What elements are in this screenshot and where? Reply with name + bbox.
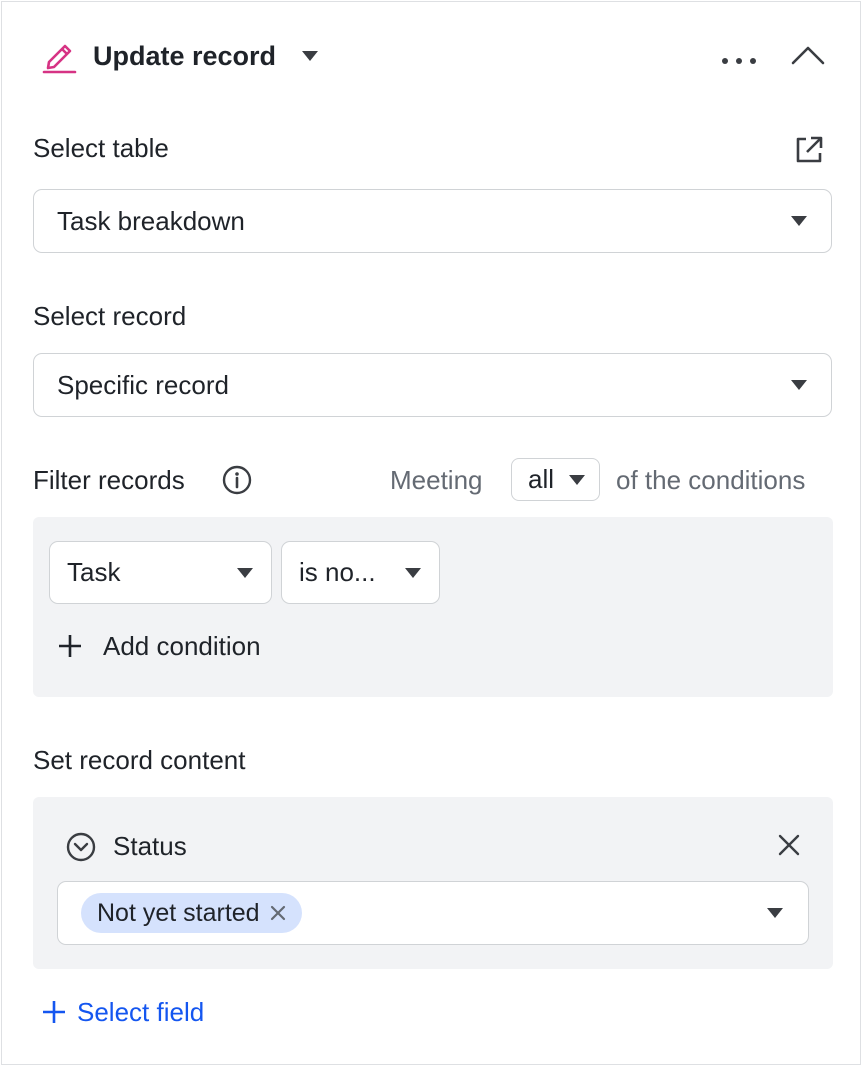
update-record-panel: Update record Select table Task breakdow…: [1, 1, 861, 1065]
select-field-button[interactable]: Select field: [41, 995, 204, 1029]
single-select-field-icon: [66, 832, 96, 862]
condition-operator-select[interactable]: is no...: [281, 541, 440, 604]
select-table-label: Select table: [33, 133, 169, 163]
chevron-down-icon: [569, 475, 585, 485]
chevron-down-icon: [405, 568, 421, 578]
open-external-icon[interactable]: [793, 134, 825, 166]
chevron-down-icon: [237, 568, 253, 578]
filter-conditions-box: Task is no... Add condition: [33, 517, 833, 697]
meeting-prefix: Meeting: [390, 465, 483, 495]
conjunction-select[interactable]: all: [511, 458, 600, 501]
add-condition-label: Add condition: [103, 631, 261, 661]
field-name: Status: [113, 831, 187, 861]
plus-icon: [59, 635, 81, 657]
select-record-label: Select record: [33, 301, 187, 331]
record-select[interactable]: Specific record: [33, 353, 832, 417]
action-title[interactable]: Update record: [93, 38, 276, 74]
select-field-label: Select field: [77, 997, 205, 1027]
chevron-down-icon: [791, 216, 807, 226]
record-content-box: Status Not yet started: [33, 797, 833, 969]
condition-operator-value: is no...: [299, 557, 376, 587]
more-options-icon[interactable]: [720, 52, 760, 64]
filter-records-label: Filter records: [33, 465, 185, 495]
status-tag: Not yet started: [81, 893, 302, 933]
info-icon[interactable]: [221, 464, 253, 496]
pencil-icon: [42, 44, 77, 74]
chevron-down-icon: [791, 380, 807, 390]
status-value-select[interactable]: Not yet started: [57, 881, 809, 945]
meeting-suffix: of the conditions: [616, 465, 806, 495]
title-dropdown-icon[interactable]: [302, 51, 318, 61]
remove-field-close-icon[interactable]: [777, 833, 801, 857]
plus-icon: [43, 1001, 65, 1023]
condition-field-select[interactable]: Task: [49, 541, 272, 604]
collapse-chevron-up-icon[interactable]: [790, 43, 826, 67]
chevron-down-icon: [767, 908, 783, 918]
add-condition-button[interactable]: Add condition: [57, 629, 261, 663]
record-select-value: Specific record: [57, 369, 229, 400]
table-select[interactable]: Task breakdown: [33, 189, 832, 253]
conjunction-value: all: [528, 464, 555, 494]
set-record-content-label: Set record content: [33, 745, 246, 775]
table-select-value: Task breakdown: [57, 205, 245, 236]
tag-remove-close-icon[interactable]: [270, 905, 286, 921]
status-tag-label: Not yet started: [97, 898, 260, 927]
condition-field-value: Task: [67, 557, 121, 587]
